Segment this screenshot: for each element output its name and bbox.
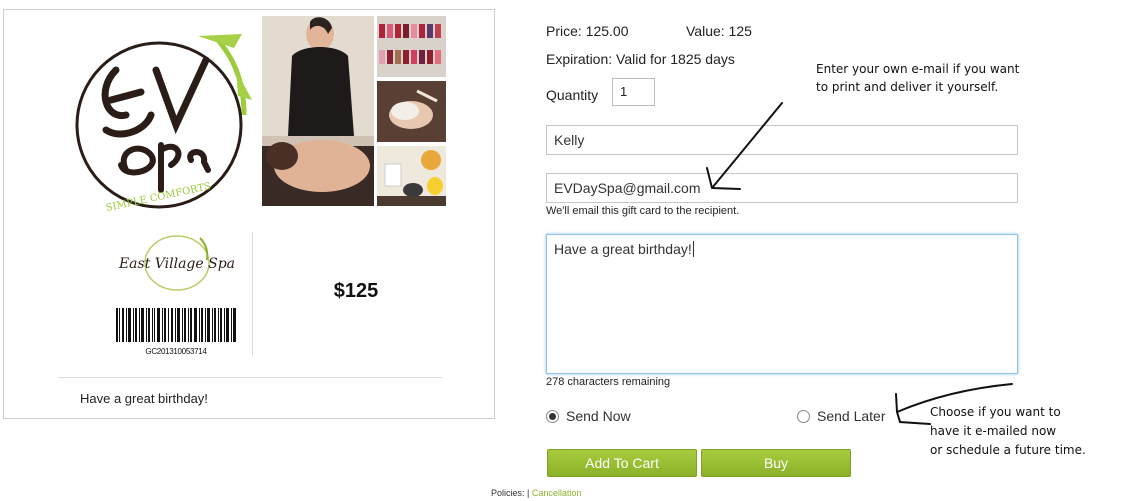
annotation-arrows (706, 102, 1013, 425)
send-later-arrow (895, 383, 1013, 425)
email-arrow (706, 102, 783, 190)
